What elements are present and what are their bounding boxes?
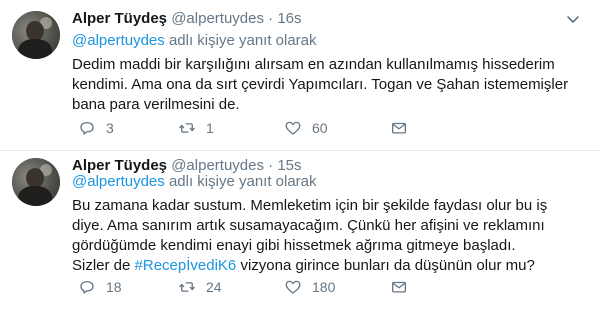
reply-mention-link[interactable]: @alpertuydes — [72, 32, 165, 49]
reply-button[interactable]: 3 — [78, 118, 114, 138]
heart-icon — [285, 121, 301, 135]
like-count: 180 — [312, 279, 336, 295]
envelope-icon — [391, 281, 407, 293]
chevron-down-icon[interactable] — [565, 11, 581, 27]
tweet-actions: 3 1 60 — [72, 118, 492, 138]
retweet-count: 24 — [206, 279, 222, 295]
author-handle[interactable]: @alpertuydes — [171, 10, 264, 27]
avatar[interactable] — [12, 158, 60, 206]
tweet-text-line: kendimi. Ama ona da sırt çevirdi Yapımcı… — [72, 76, 569, 93]
reply-suffix: adlı kişiye yanıt olarak — [168, 32, 317, 49]
retweet-icon — [179, 282, 195, 292]
tweet-text-line: bana para verilmesini de. — [72, 96, 240, 113]
retweet-button[interactable]: 24 — [178, 277, 222, 297]
tweet-text-line: Dedim maddi bir karşılığını alırsam en a… — [72, 56, 555, 73]
reply-count: 18 — [106, 279, 122, 295]
heart-icon — [285, 280, 301, 294]
tweet-text-fragment: vizyona girince bunları da düşünün olur … — [240, 257, 535, 274]
retweet-button[interactable]: 1 — [178, 118, 214, 138]
reply-button[interactable]: 18 — [78, 277, 122, 297]
hashtag-link[interactable]: #RecepİvediK6 — [135, 257, 237, 274]
tweet[interactable]: Alper Tüydeş @alpertuydes · 16s @alpertu… — [0, 0, 601, 151]
reply-icon — [80, 122, 94, 135]
author-name[interactable]: Alper Tüydeş — [72, 10, 167, 27]
tweet-text-line: gördüğümde kendimi enayi gibi hissetmek … — [72, 237, 516, 254]
direct-message-button[interactable] — [390, 118, 418, 138]
tweet-text-line: Bu zamana kadar sustum. Memleketim için … — [72, 197, 548, 214]
replying-to: @alpertuydes adlı kişiye yanıt olarak — [72, 31, 317, 51]
tweet-text: Bu zamana kadar sustum. Memleketim için … — [72, 196, 584, 276]
tweet-text-line: Sizler de #RecepİvediK6 vizyona girince … — [72, 256, 584, 276]
tweet-text-line: diye. Ama sanırım artık susamayacağım. Ç… — [72, 217, 545, 234]
tweet-text-fragment: Sizler de — [72, 257, 131, 274]
replying-to: @alpertuydes adlı kişiye yanıt olarak — [72, 172, 317, 192]
reply-icon — [80, 281, 94, 294]
like-button[interactable]: 60 — [284, 118, 328, 138]
tweet-actions: 18 24 180 — [72, 277, 492, 297]
retweet-icon — [179, 123, 195, 133]
reply-suffix: adlı kişiye yanıt olarak — [168, 173, 317, 190]
reply-mention-link[interactable]: @alpertuydes — [72, 173, 165, 190]
tweet-timestamp[interactable]: 16s — [277, 10, 301, 27]
envelope-icon — [391, 122, 407, 134]
tweet-text: Dedim maddi bir karşılığını alırsam en a… — [72, 55, 584, 115]
like-button[interactable]: 180 — [284, 277, 335, 297]
separator-dot: · — [268, 10, 274, 27]
retweet-count: 1 — [206, 120, 214, 136]
reply-count: 3 — [106, 120, 114, 136]
tweet-header: Alper Tüydeş @alpertuydes · 16s — [72, 9, 587, 29]
tweet[interactable]: Alper Tüydeş @alpertuydes · 15s @alpertu… — [0, 151, 601, 313]
direct-message-button[interactable] — [390, 277, 418, 297]
like-count: 60 — [312, 120, 328, 136]
avatar[interactable] — [12, 11, 60, 59]
